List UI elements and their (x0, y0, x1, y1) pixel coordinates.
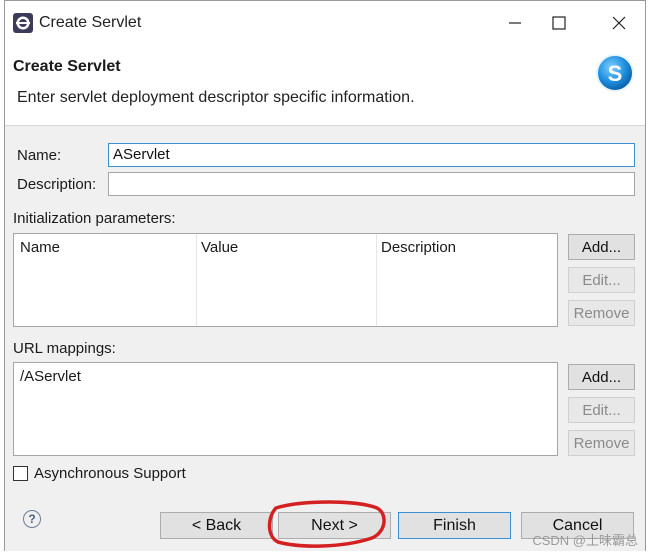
list-item[interactable]: /AServlet (20, 368, 81, 385)
column-divider (196, 234, 197, 326)
column-header-description[interactable]: Description (381, 239, 456, 256)
maximize-icon (552, 16, 566, 30)
banner-title: Create Servlet (13, 58, 121, 75)
window-title: Create Servlet (39, 14, 142, 31)
description-label: Description: (17, 176, 97, 193)
svg-text:S: S (608, 61, 623, 86)
url-mappings-list[interactable]: /AServlet (13, 362, 558, 456)
back-button[interactable]: < Back (160, 512, 273, 539)
init-params-table[interactable]: Name Value Description (13, 233, 558, 327)
url-mappings-edit-button[interactable]: Edit... (568, 397, 635, 423)
name-label: Name: (17, 147, 62, 164)
close-button[interactable] (597, 7, 641, 39)
init-params-add-button[interactable]: Add... (568, 234, 635, 260)
init-params-label: Initialization parameters: (13, 210, 176, 227)
red-annotation-circle (267, 500, 386, 548)
help-icon[interactable]: ? (23, 510, 41, 528)
finish-button[interactable]: Finish (398, 512, 511, 539)
async-support-checkbox[interactable] (13, 466, 28, 481)
url-mappings-add-button[interactable]: Add... (568, 364, 635, 390)
maximize-button[interactable] (537, 7, 581, 39)
title-bar: Create Servlet (5, 1, 645, 45)
wizard-banner: Create Servlet Enter servlet deployment … (5, 45, 645, 126)
name-field[interactable]: AServlet (108, 143, 635, 167)
banner-description: Enter servlet deployment descriptor spec… (17, 89, 415, 106)
servlet-wizard-icon: S (596, 54, 634, 92)
async-support-label: Asynchronous Support (34, 465, 186, 482)
url-mappings-label: URL mappings: (13, 340, 116, 357)
column-header-name[interactable]: Name (20, 239, 60, 256)
form-area: Name: AServlet Description: Initializati… (5, 126, 645, 506)
minimize-button[interactable] (493, 7, 537, 39)
description-field[interactable] (108, 172, 635, 196)
minimize-icon (509, 22, 521, 24)
column-divider (376, 234, 377, 326)
url-mappings-remove-button[interactable]: Remove (568, 430, 635, 456)
watermark-text: CSDN @土味霸总 (532, 533, 638, 548)
init-params-edit-button[interactable]: Edit... (568, 267, 635, 293)
close-icon (612, 16, 626, 30)
create-servlet-dialog: Create Servlet Create Servlet Enter serv… (4, 0, 646, 551)
eclipse-app-icon (13, 13, 33, 33)
column-header-value[interactable]: Value (201, 239, 238, 256)
init-params-remove-button[interactable]: Remove (568, 300, 635, 326)
